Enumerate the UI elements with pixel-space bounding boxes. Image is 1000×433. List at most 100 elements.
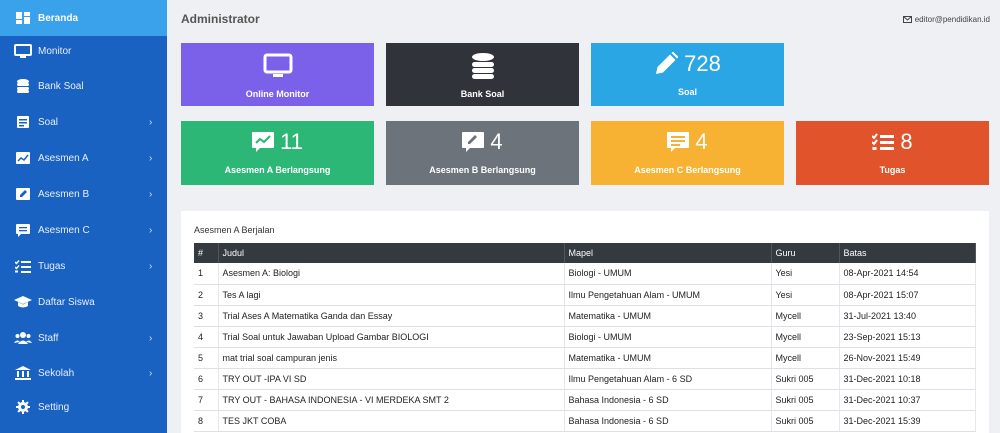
edit-square-icon (462, 132, 485, 152)
cell-batas: 31-Dec-2021 10:37 (839, 389, 976, 411)
sidebar-item-asesmen-c[interactable]: Asesmen C › (0, 212, 167, 248)
sidebar-item-label: Daftar Siswa (38, 296, 95, 308)
table-row[interactable]: 8 TES JKT COBA Bahasa Indonesia - 6 SD S… (194, 410, 976, 432)
cell-mapel: Ilmu Pengetahuan Alam - 6 SD (564, 368, 772, 390)
cell-batas: 31-Jul-2021 13:40 (839, 305, 976, 327)
sidebar-item-label: Bank Soal (38, 80, 84, 92)
column-header: # (194, 243, 219, 263)
cell-guru: Sukri 005 (771, 410, 840, 432)
cell-judul: mat trial soal campuran jenis (218, 347, 565, 369)
asesmen-table: # Judul Mapel Guru Batas 1 Asesmen A: Bi… (194, 243, 976, 432)
sidebar-item-label: Tugas (38, 260, 66, 272)
card-caption: Soal (677, 87, 697, 97)
card-count: 4 (490, 129, 503, 154)
dashboard-icon (14, 11, 32, 25)
table-row[interactable]: 5 mat trial soal campuran jenis Matemati… (194, 347, 976, 369)
sidebar-item-label: Monitor (38, 45, 72, 57)
card-caption: Asesmen B Berlangsung (429, 165, 536, 175)
cell-batas: 08-Apr-2021 14:54 (839, 263, 976, 285)
sidebar-item-bank-soal[interactable]: Bank Soal (0, 68, 167, 104)
card-asesmen-a[interactable]: 11 Asesmen A Berlangsung (181, 121, 374, 185)
cell-guru: Mycell (771, 347, 840, 369)
card-soal[interactable]: 728 Soal (591, 43, 784, 106)
column-header: Guru (771, 243, 840, 263)
card-caption: Tugas (879, 165, 906, 175)
sidebar-item-label: Sekolah (38, 367, 75, 379)
cell-judul: Tes A lagi (218, 284, 565, 306)
card-asesmen-b[interactable]: 4 Asesmen B Berlangsung (386, 121, 579, 185)
cell-guru: Yesi (771, 284, 840, 306)
sidebar-item-staff[interactable]: Staff › (0, 320, 167, 356)
card-asesmen-c[interactable]: 4 Asesmen C Berlangsung (591, 121, 784, 185)
cell-guru: Mycell (771, 326, 840, 348)
sidebar-item-tugas[interactable]: Tugas › (0, 248, 167, 284)
panel-title: Asesmen A Berjalan (194, 225, 275, 235)
sidebar-item-sekolah[interactable]: Sekolah › (0, 355, 167, 391)
database-icon (14, 79, 32, 93)
cell-judul: TRY OUT - BAHASA INDONESIA - VI MERDEKA … (218, 389, 565, 411)
monitor-icon (263, 53, 292, 77)
cell-mapel: Ilmu Pengetahuan Alam - UMUM (564, 284, 772, 306)
cell-mapel: Bahasa Indonesia - 6 SD (564, 410, 772, 432)
cell-mapel: Bahasa Indonesia - 6 SD (564, 389, 772, 411)
sidebar-item-label: Asesmen A (38, 152, 89, 164)
chevron-right-icon: › (149, 188, 153, 200)
card-bank-soal[interactable]: Bank Soal (386, 43, 579, 106)
row-number: 6 (194, 368, 219, 390)
cell-batas: 31-Dec-2021 10:18 (839, 368, 976, 390)
cell-guru: Mycell (771, 305, 840, 327)
table-header-row: # Judul Mapel Guru Batas (194, 243, 976, 263)
sidebar: Beranda Monitor Bank Soal Soal › Asesmen… (0, 0, 167, 433)
table-row[interactable]: 7 TRY OUT - BAHASA INDONESIA - VI MERDEK… (194, 389, 976, 411)
users-icon (14, 331, 32, 345)
tasks-icon (872, 133, 895, 150)
sidebar-item-soal[interactable]: Soal › (0, 104, 167, 140)
chevron-right-icon: › (149, 152, 153, 164)
table-row[interactable]: 6 TRY OUT -IPA VI SD Ilmu Pengetahuan Al… (194, 368, 976, 390)
sidebar-item-daftar-siswa[interactable]: Daftar Siswa (0, 284, 167, 320)
table-row[interactable]: 2 Tes A lagi Ilmu Pengetahuan Alam - UMU… (194, 284, 976, 306)
sidebar-item-monitor[interactable]: Monitor (0, 33, 167, 69)
column-header: Judul (218, 243, 565, 263)
sidebar-item-label: Beranda (38, 12, 79, 24)
table-row[interactable]: 3 Trial Ases A Matematika Ganda dan Essa… (194, 305, 976, 327)
sidebar-item-setting[interactable]: Setting (0, 389, 167, 425)
chevron-right-icon: › (149, 260, 153, 272)
cell-batas: 26-Nov-2021 15:49 (839, 347, 976, 369)
chevron-right-icon: › (149, 367, 153, 379)
row-number: 4 (194, 326, 219, 348)
sidebar-item-asesmen-b[interactable]: Asesmen B › (0, 176, 167, 212)
cell-batas: 08-Apr-2021 15:07 (839, 284, 976, 306)
row-number: 5 (194, 347, 219, 369)
table-row[interactable]: 1 Asesmen A: Biologi Biologi - UMUM Yesi… (194, 263, 976, 285)
pencil-icon (656, 52, 679, 74)
gear-icon (14, 400, 32, 414)
cell-guru: Sukri 005 (771, 368, 840, 390)
row-number: 3 (194, 305, 219, 327)
card-count: 728 (684, 51, 721, 76)
row-number: 8 (194, 410, 219, 432)
card-caption: Asesmen A Berlangsung (224, 165, 331, 175)
cell-mapel: Matematika - UMUM (564, 347, 772, 369)
message-icon (667, 132, 690, 152)
chart-icon (14, 151, 32, 165)
cell-batas: 23-Sep-2021 15:13 (839, 326, 976, 348)
cell-judul: Trial Ases A Matematika Ganda dan Essay (218, 305, 565, 327)
main-content: Administrator editor@pendidikan.id Onlin… (167, 0, 1000, 433)
card-count: 4 (695, 129, 708, 154)
user-email: editor@pendidikan.id (914, 15, 990, 24)
table-row[interactable]: 4 Trial Soal untuk Jawaban Upload Gambar… (194, 326, 976, 348)
chevron-right-icon: › (149, 116, 153, 128)
card-tugas[interactable]: 8 Tugas (796, 121, 989, 185)
cell-batas: 31-Dec-2021 15:39 (839, 410, 976, 432)
cell-mapel: Matematika - UMUM (564, 305, 772, 327)
cell-judul: Trial Soal untuk Jawaban Upload Gambar B… (218, 326, 565, 348)
user-email-link[interactable]: editor@pendidikan.id (902, 15, 990, 24)
sidebar-item-label: Staff (38, 332, 59, 344)
monitor-icon (14, 44, 32, 58)
sidebar-item-label: Soal (38, 116, 59, 128)
sidebar-item-asesmen-a[interactable]: Asesmen A › (0, 140, 167, 176)
card-online-monitor[interactable]: Online Monitor (181, 43, 374, 106)
sidebar-item-beranda[interactable]: Beranda (0, 0, 167, 36)
page-title: Administrator (181, 12, 260, 26)
